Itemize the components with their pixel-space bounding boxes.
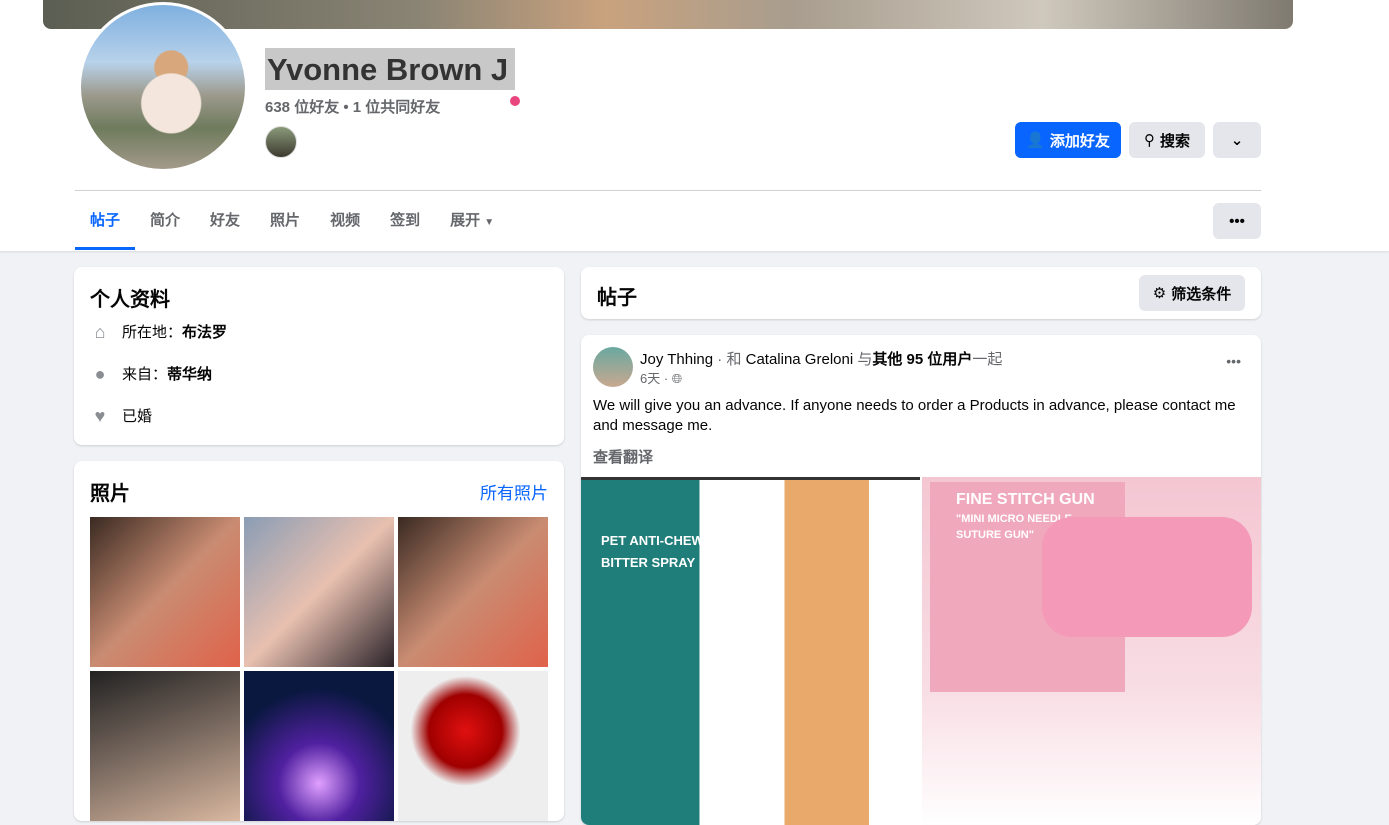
search-button[interactable]: ⚲ 搜索 xyxy=(1129,122,1205,158)
post-card: Joy Thhing · 和 Catalina Greloni 与其他 95 位… xyxy=(581,335,1261,825)
profile-header: Yvonne Brown J 638 位好友 • 1 位共同好友 👤 添加好友 ⚲… xyxy=(0,0,1389,251)
tab-photos[interactable]: 照片 xyxy=(255,194,315,250)
photos-title: 照片 xyxy=(90,483,130,505)
tab-more[interactable]: 展开 ▼ xyxy=(435,194,509,250)
caret-down-icon: ▼ xyxy=(484,217,495,228)
post-image[interactable]: PET ANTI-CHEW BITTER SPRAY xyxy=(581,477,920,825)
intro-location: ⌂ 所在地：布法罗 xyxy=(90,321,227,342)
posts-title: 帖子 xyxy=(597,287,637,309)
photo-thumbnail[interactable] xyxy=(244,671,394,821)
search-label: 搜索 xyxy=(1159,132,1190,150)
tab-checkins[interactable]: 签到 xyxy=(375,194,435,250)
mutual-friend-avatar[interactable] xyxy=(265,126,297,158)
intro-title: 个人资料 xyxy=(90,289,170,311)
heart-icon: ♥ xyxy=(94,405,106,426)
profile-tabs: 帖子 简介 好友 照片 视频 签到 展开 ▼ xyxy=(75,194,509,250)
post-header: Joy Thhing · 和 Catalina Greloni 与其他 95 位… xyxy=(640,348,1002,369)
tab-more-label: 展开 xyxy=(450,212,481,229)
tab-friends[interactable]: 好友 xyxy=(195,194,255,250)
post-time[interactable]: 6天 · xyxy=(640,371,668,386)
profile-avatar[interactable] xyxy=(78,2,248,172)
post-options-icon[interactable]: ••• xyxy=(1226,353,1241,369)
image-product-text: PET ANTI-CHEW BITTER SPRAY xyxy=(601,530,704,574)
photo-thumbnail[interactable] xyxy=(244,517,394,667)
sep: · 和 xyxy=(713,351,746,368)
filter-button[interactable]: ⚙ 筛选条件 xyxy=(1139,275,1245,311)
see-translation-link[interactable]: 查看翻译 xyxy=(593,446,653,467)
photo-thumbnail[interactable] xyxy=(398,517,548,667)
friend-count-link[interactable]: 638 位好友 • 1 位共同好友 xyxy=(265,96,440,117)
with-text: 与 xyxy=(853,351,873,368)
author-name[interactable]: Joy Thhing xyxy=(640,351,713,368)
tabs-more-button[interactable]: ••• xyxy=(1213,203,1261,239)
post-image[interactable]: FINE STITCH GUN "MINI MICRO NEEDLE SUTURE … xyxy=(922,477,1261,825)
photo-thumbnail[interactable] xyxy=(90,517,240,667)
tab-posts[interactable]: 帖子 xyxy=(75,194,136,250)
intro-relationship: ♥ 已婚 xyxy=(90,405,152,426)
photo-thumbnail[interactable] xyxy=(90,671,240,821)
location-value[interactable]: 布法罗 xyxy=(182,324,227,341)
chevron-down-icon: ⌄ xyxy=(1230,132,1244,149)
all-photos-link[interactable]: 所有照片 xyxy=(480,479,548,504)
photos-card: 照片 所有照片 xyxy=(74,461,564,821)
photo-thumbnail[interactable] xyxy=(398,671,548,821)
sliders-icon: ⚙ xyxy=(1152,285,1167,302)
tab-videos[interactable]: 视频 xyxy=(315,194,375,250)
intro-from: ● 来自：蒂华纳 xyxy=(90,363,212,384)
tagged-user[interactable]: Catalina Greloni xyxy=(746,351,854,368)
from-label: 来自： xyxy=(122,366,168,383)
from-text: 来自：蒂华纳 xyxy=(122,363,212,384)
author-avatar[interactable] xyxy=(593,347,633,387)
add-friend-label: 添加好友 xyxy=(1049,132,1110,150)
tab-about[interactable]: 简介 xyxy=(135,194,195,250)
from-value[interactable]: 蒂华纳 xyxy=(167,366,212,383)
add-friend-button[interactable]: 👤 添加好友 xyxy=(1015,122,1121,158)
cover-photo[interactable] xyxy=(43,0,1293,29)
image-text-line: PET ANTI-CHEW xyxy=(601,533,704,548)
home-icon: ⌂ xyxy=(94,321,106,342)
relationship-text: 已婚 xyxy=(122,408,153,425)
location-text: 所在地：布法罗 xyxy=(122,321,227,342)
post-text: We will give you an advance. If anyone n… xyxy=(593,397,1236,434)
tail-text: 一起 xyxy=(972,351,1003,368)
divider xyxy=(75,190,1261,191)
image-text-line: FINE STITCH GUN xyxy=(956,491,1095,508)
location-label: 所在地： xyxy=(122,324,183,341)
search-icon: ⚲ xyxy=(1143,132,1155,149)
profile-name: Yvonne Brown J xyxy=(265,48,515,90)
post-meta: 6天 · 🌐︎ xyxy=(640,368,682,387)
image-text-line: BITTER SPRAY xyxy=(601,555,696,570)
status-dot xyxy=(510,96,520,106)
more-dropdown-button[interactable]: ⌄ xyxy=(1213,122,1261,158)
others-link[interactable]: 其他 95 位用户 xyxy=(872,351,972,368)
add-user-icon: 👤 xyxy=(1026,132,1045,149)
map-pin-icon: ● xyxy=(94,363,106,384)
posts-header-card: 帖子 ⚙ 筛选条件 xyxy=(581,267,1261,319)
filter-label: 筛选条件 xyxy=(1171,285,1232,303)
globe-icon: 🌐︎ xyxy=(671,371,683,386)
ellipsis-icon: ••• xyxy=(1229,212,1245,230)
intro-card: 个人资料 ⌂ 所在地：布法罗 ● 来自：蒂华纳 ♥ 已婚 xyxy=(74,267,564,445)
